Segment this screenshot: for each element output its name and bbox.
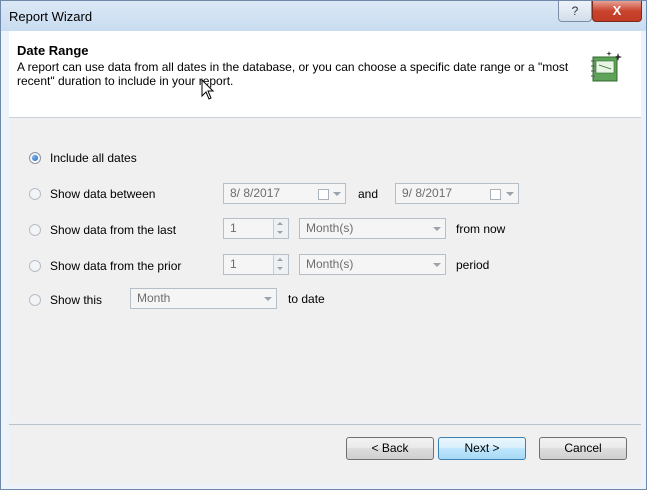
and-label: and — [358, 187, 379, 201]
stepper-buttons[interactable] — [273, 255, 288, 274]
back-button[interactable]: < Back — [346, 437, 434, 460]
from-now-label: from now — [456, 222, 506, 236]
radio-show-data-last[interactable] — [29, 224, 41, 236]
end-date-value: 9/ 8/2017 — [402, 186, 453, 200]
next-button[interactable]: Next > — [438, 437, 526, 460]
radio-show-this[interactable] — [29, 294, 41, 306]
chevron-up-icon — [277, 222, 283, 225]
option-label: Show data from the prior — [50, 259, 182, 273]
option-show-data-last[interactable]: Show data from the last — [29, 223, 176, 237]
window-title: Report Wizard — [9, 9, 93, 24]
start-date-picker[interactable]: 8/ 8/2017 — [223, 183, 346, 204]
radio-show-data-prior[interactable] — [29, 260, 41, 272]
option-include-all-dates[interactable]: Include all dates — [29, 151, 137, 165]
prior-unit-value: Month(s) — [306, 257, 354, 271]
prior-count-stepper[interactable]: 1 — [223, 254, 289, 275]
radio-include-all-dates[interactable] — [29, 152, 41, 164]
option-label: Include all dates — [50, 151, 137, 165]
close-button[interactable]: X — [592, 1, 642, 22]
wizard-header: Date Range A report can use data from al… — [9, 31, 641, 118]
page-title: Date Range — [17, 43, 89, 58]
option-show-data-prior[interactable]: Show data from the prior — [29, 259, 181, 273]
chevron-up-icon — [277, 258, 283, 261]
option-label: Show data between — [50, 187, 156, 201]
chevron-down-icon — [433, 227, 441, 231]
to-date-label: to date — [288, 292, 325, 306]
this-unit-value: Month — [137, 291, 171, 305]
report-wizard-window: Report Wizard ? X Date Range A report ca… — [0, 0, 647, 490]
this-unit-dropdown[interactable]: Month — [130, 288, 277, 309]
option-show-data-between[interactable]: Show data between — [29, 187, 155, 201]
cancel-button[interactable]: Cancel — [539, 437, 627, 460]
chevron-down-icon — [277, 231, 283, 234]
last-unit-value: Month(s) — [306, 221, 354, 235]
last-unit-dropdown[interactable]: Month(s) — [299, 218, 446, 239]
last-count-stepper[interactable]: 1 — [223, 218, 289, 239]
calendar-icon — [490, 189, 501, 200]
option-show-this[interactable]: Show this — [29, 293, 102, 307]
calendar-icon — [318, 189, 329, 200]
wizard-calendar-icon — [591, 51, 622, 82]
help-button[interactable]: ? — [558, 1, 592, 22]
title-bar[interactable]: Report Wizard ? X — [1, 1, 646, 31]
chevron-down-icon — [506, 192, 514, 196]
prior-unit-dropdown[interactable]: Month(s) — [299, 254, 446, 275]
chevron-down-icon — [433, 263, 441, 267]
end-date-picker[interactable]: 9/ 8/2017 — [395, 183, 519, 204]
radio-show-data-between[interactable] — [29, 188, 41, 200]
mouse-cursor-icon — [201, 79, 215, 100]
start-date-value: 8/ 8/2017 — [230, 186, 281, 200]
chevron-down-icon — [333, 192, 341, 196]
page-description: A report can use data from all dates in … — [17, 60, 569, 88]
last-count-value: 1 — [230, 221, 237, 235]
stepper-buttons[interactable] — [273, 219, 288, 238]
option-label: Show this — [50, 293, 103, 307]
period-label: period — [456, 258, 490, 272]
chevron-down-icon — [264, 297, 272, 301]
option-label: Show data from the last — [50, 223, 177, 237]
prior-count-value: 1 — [230, 257, 237, 271]
chevron-down-icon — [277, 267, 283, 270]
